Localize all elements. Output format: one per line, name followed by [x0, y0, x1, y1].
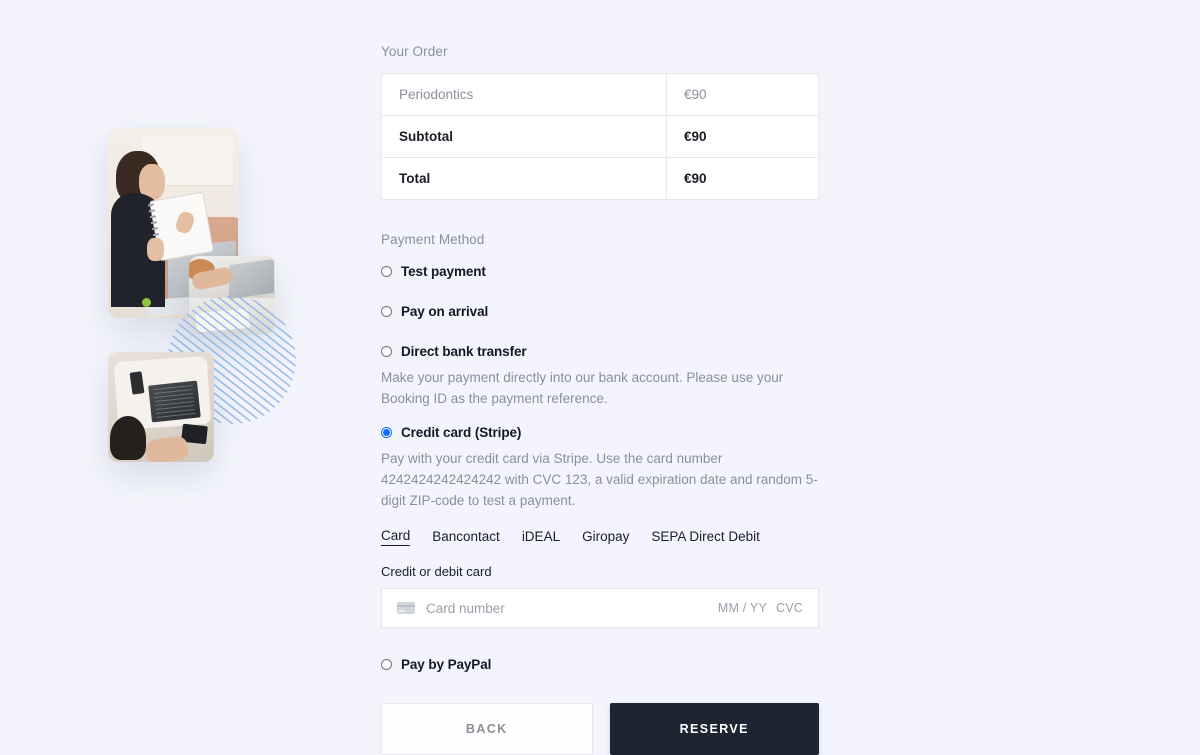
card-input-group[interactable]: Card number MM / YY CVC — [381, 588, 819, 628]
card-number-input[interactable]: Card number — [426, 601, 718, 616]
tab-bancontact[interactable]: Bancontact — [432, 529, 500, 546]
tab-ideal[interactable]: iDEAL — [522, 529, 560, 546]
subtotal-label: Subtotal — [381, 115, 667, 158]
checkout-panel: Your Order Periodontics €90 Subtotal €90… — [381, 44, 819, 755]
radio-pay-on-arrival[interactable] — [381, 305, 392, 317]
card-cvc-input[interactable]: CVC — [776, 601, 803, 615]
payment-option-label: Pay on arrival — [401, 303, 489, 319]
subtotal-amount: €90 — [666, 115, 819, 158]
order-summary-table: Periodontics €90 Subtotal €90 Total €90 — [381, 73, 819, 200]
total-amount: €90 — [684, 171, 707, 186]
striped-circle-pattern — [168, 296, 296, 424]
payment-option-label: Direct bank transfer — [401, 343, 527, 359]
table-row: Total €90 — [381, 157, 819, 200]
back-button[interactable]: BACK — [381, 703, 593, 755]
payment-option-test-payment[interactable]: Test payment — [381, 261, 819, 281]
order-item-name: Periodontics — [381, 73, 667, 116]
credit-or-debit-card-label: Credit or debit card — [381, 564, 492, 579]
payment-option-credit-card-stripe[interactable]: Credit card (Stripe) Pay with your credi… — [381, 422, 819, 628]
payment-option-label: Pay by PayPal — [401, 656, 492, 672]
total-label: Total — [381, 157, 667, 200]
decorative-photo-overhead-desk — [108, 352, 214, 462]
card-expiry-input[interactable]: MM / YY — [718, 601, 767, 615]
payment-option-description: Pay with your credit card via Stripe. Us… — [381, 451, 818, 508]
radio-test-payment[interactable] — [381, 265, 392, 277]
table-row: Subtotal €90 — [381, 115, 819, 158]
table-row: Periodontics €90 — [381, 73, 819, 116]
tab-sepa-direct-debit[interactable]: SEPA Direct Debit — [651, 529, 760, 546]
payment-option-direct-bank-transfer[interactable]: Direct bank transfer Make your payment d… — [381, 341, 819, 409]
right-decoration-collage — [840, 0, 1200, 720]
radio-pay-by-paypal[interactable] — [381, 658, 392, 670]
tab-giropay[interactable]: Giropay — [582, 529, 629, 546]
reserve-button[interactable]: RESERVE — [609, 703, 819, 755]
form-actions: BACK RESERVE — [381, 703, 819, 755]
payment-option-pay-on-arrival[interactable]: Pay on arrival — [381, 301, 819, 321]
payment-option-label: Test payment — [401, 263, 486, 279]
radio-direct-bank-transfer[interactable] — [381, 345, 392, 357]
payment-option-description: Make your payment directly into our bank… — [381, 370, 784, 406]
stripe-method-tabs: Card Bancontact iDEAL Giropay SEPA Direc… — [381, 528, 819, 546]
radio-credit-card-stripe[interactable] — [381, 426, 392, 438]
green-dot-accent — [142, 298, 151, 307]
tab-card[interactable]: Card — [381, 528, 411, 546]
your-order-label: Your Order — [381, 44, 448, 59]
payment-option-pay-by-paypal[interactable]: Pay by PayPal — [381, 654, 819, 674]
payment-method-label: Payment Method — [381, 232, 485, 247]
left-decoration-collage — [0, 0, 360, 720]
decorative-photo-woman-notebook — [108, 128, 238, 318]
payment-option-label: Credit card (Stripe) — [401, 424, 522, 440]
order-item-amount: €90 — [666, 73, 819, 116]
credit-card-icon — [397, 602, 415, 614]
decorative-photo-hands-desk — [189, 256, 275, 334]
